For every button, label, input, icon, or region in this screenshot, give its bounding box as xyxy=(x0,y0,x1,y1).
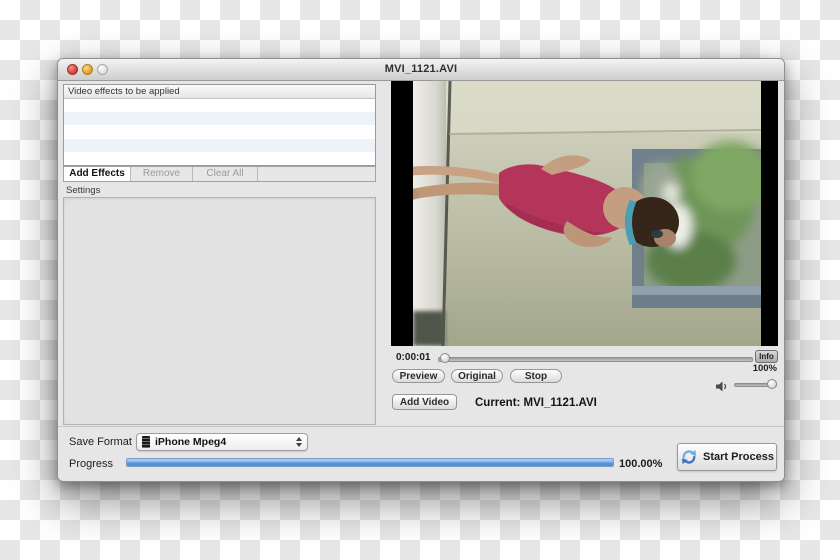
bottom-bar: Save Format iPhone Mpeg4 Progress 100.00… xyxy=(58,426,784,483)
effects-list-row xyxy=(64,152,375,165)
preview-button[interactable]: Preview xyxy=(392,369,445,383)
seek-slider[interactable] xyxy=(438,353,753,364)
volume-slider-knob[interactable] xyxy=(767,379,777,389)
add-effects-button[interactable]: Add Effects xyxy=(64,167,131,181)
effects-list-row xyxy=(64,112,375,125)
up-down-arrows-icon xyxy=(296,437,302,447)
format-dropdown-value: iPhone Mpeg4 xyxy=(155,436,291,448)
playhead-time: 0:00:01 xyxy=(396,352,430,363)
seek-slider-knob[interactable] xyxy=(440,353,450,363)
volume-percent: 100% xyxy=(718,363,777,374)
progress-bar xyxy=(126,458,614,467)
window-title: MVI_1121.AVI xyxy=(58,63,784,75)
sync-arrows-icon xyxy=(680,448,698,466)
original-button[interactable]: Original xyxy=(451,369,503,383)
effects-list-row xyxy=(64,125,375,138)
video-frame-art xyxy=(391,81,778,346)
stop-button[interactable]: Stop xyxy=(510,369,562,383)
effects-list-row xyxy=(64,99,375,112)
clear-all-button[interactable]: Clear All xyxy=(193,167,258,181)
start-process-label: Start Process xyxy=(703,451,774,463)
save-format-label: Save Format xyxy=(69,436,132,448)
effects-list-row xyxy=(64,139,375,152)
seek-slider-track xyxy=(438,357,753,362)
start-process-button[interactable]: Start Process xyxy=(677,443,777,471)
video-preview xyxy=(391,81,778,346)
film-strip-icon xyxy=(142,436,150,448)
progress-bar-fill xyxy=(127,459,613,466)
settings-panel xyxy=(63,197,376,425)
format-dropdown[interactable]: iPhone Mpeg4 xyxy=(136,433,308,451)
settings-label: Settings xyxy=(66,185,100,196)
speaker-icon[interactable] xyxy=(716,379,729,397)
title-bar[interactable]: MVI_1121.AVI xyxy=(58,59,784,81)
segment-filler xyxy=(258,167,375,181)
current-file-label: Current: MVI_1121.AVI xyxy=(475,397,597,409)
progress-percent: 100.00% xyxy=(619,458,662,470)
info-button[interactable]: Info xyxy=(755,350,778,363)
effects-list[interactable]: Video effects to be applied xyxy=(63,84,376,166)
app-window: MVI_1121.AVI Video effects to be applied… xyxy=(57,58,785,482)
effects-list-header: Video effects to be applied xyxy=(64,85,375,99)
remove-button[interactable]: Remove xyxy=(131,167,193,181)
volume-slider[interactable] xyxy=(734,379,777,390)
effects-button-group: Add Effects Remove Clear All xyxy=(63,166,376,182)
progress-label: Progress xyxy=(69,458,113,470)
add-video-button[interactable]: Add Video xyxy=(392,394,457,410)
